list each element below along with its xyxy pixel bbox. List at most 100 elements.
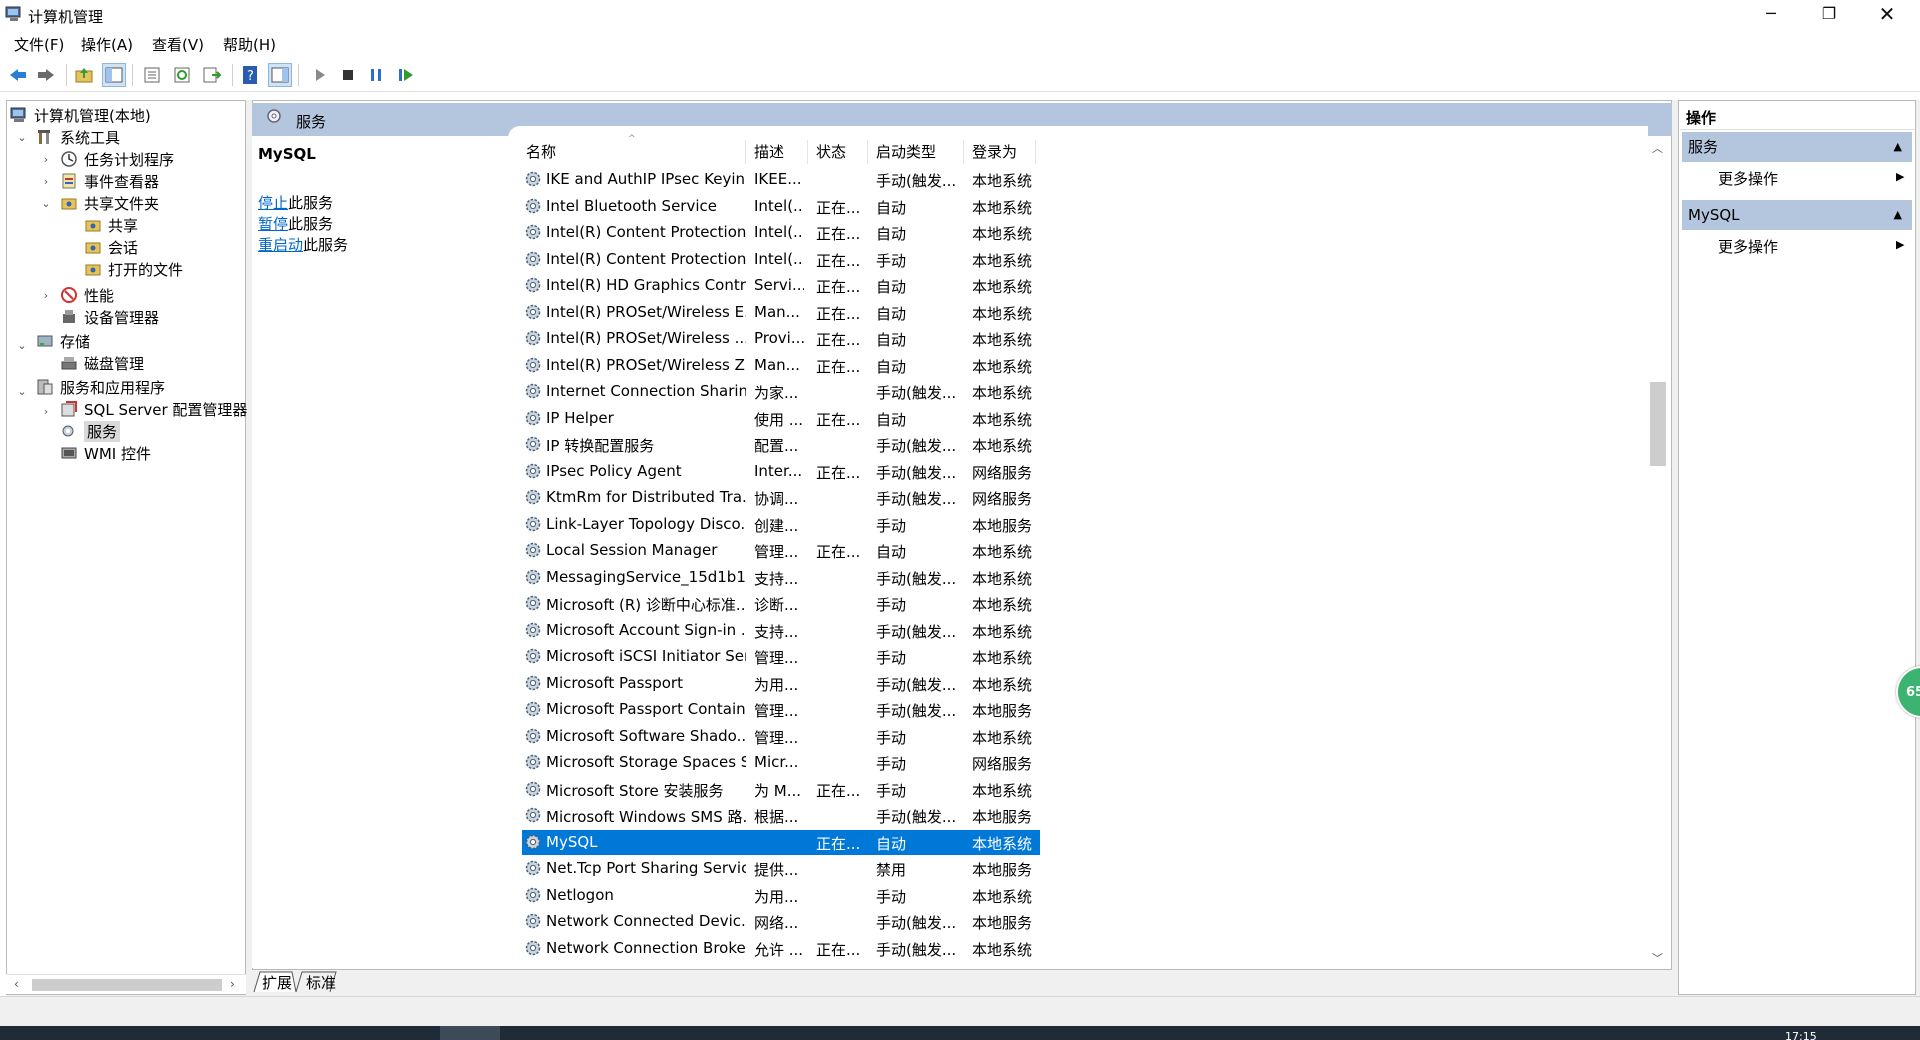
tab-standard[interactable]: 标准	[306, 972, 336, 993]
more-actions-mysql[interactable]: 更多操作	[1718, 236, 1778, 257]
tree-disk-management[interactable]: 磁盘管理	[60, 352, 144, 374]
menu-action[interactable]: 操作(A)	[81, 34, 133, 55]
tree-sql-config[interactable]: SQL Server 配置管理器	[60, 398, 247, 420]
tree-open-files[interactable]: 打开的文件	[84, 258, 183, 280]
taskbar-active-app[interactable]	[440, 1026, 500, 1040]
cell-description: 管理...	[754, 543, 799, 561]
collapse-icon[interactable]: ⌄	[40, 197, 52, 210]
scroll-down-icon[interactable]: ﹀	[1652, 950, 1663, 966]
service-row[interactable]: IP 转换配置服务 配置... 手动(触发... 本地系统	[522, 432, 1040, 457]
column-name[interactable]: 名称	[518, 140, 746, 164]
help-icon[interactable]: ?	[238, 63, 262, 87]
column-status[interactable]: 状态	[808, 140, 868, 164]
service-row[interactable]: Intel(R) Content Protection... Intel(... 正…	[522, 247, 1040, 272]
expand-icon[interactable]: ›	[40, 405, 52, 418]
service-row[interactable]: Microsoft Passport Container 管理... 手动(触发..…	[522, 697, 1040, 722]
tree-performance[interactable]: 性能	[60, 284, 114, 306]
service-row[interactable]: MessagingService_15d1b1 支持... 手动(触发... 本地系统	[522, 565, 1040, 590]
service-row[interactable]: Network Connection Broker 允许 ... 正在... 手动(触…	[522, 936, 1040, 961]
tree-system-tools[interactable]: 系统工具	[36, 126, 120, 148]
service-row[interactable]: Microsoft Account Sign-in ... 支持... 手动(触发.…	[522, 618, 1040, 643]
collapse-triangle-icon[interactable]: ▲	[1894, 200, 1902, 230]
expand-icon[interactable]: ›	[40, 175, 52, 188]
service-row[interactable]: Microsoft Store 安装服务 为 M... 正在... 手动 本地系统	[522, 777, 1040, 802]
tree-storage[interactable]: 存储	[36, 330, 90, 352]
console-tree-icon[interactable]	[102, 63, 126, 87]
service-row[interactable]: Internet Connection Sharin... 为家... 手动(触发.…	[522, 379, 1040, 404]
scroll-thumb[interactable]	[32, 979, 222, 991]
pause-service-icon[interactable]	[364, 63, 388, 87]
service-row[interactable]: Network Connected Devic... 网络... 手动(触发... 本…	[522, 909, 1040, 934]
service-row[interactable]: Intel(R) PROSet/Wireless E... Man... 正在...…	[522, 300, 1040, 325]
minimize-button[interactable]: ─	[1742, 0, 1800, 30]
service-row[interactable]: Intel Bluetooth Service Intel(... 正在... 自动 本…	[522, 194, 1040, 219]
start-service-icon[interactable]	[308, 63, 332, 87]
stop-service-icon[interactable]	[336, 63, 360, 87]
actions-section-mysql[interactable]: MySQL ▲	[1682, 200, 1912, 230]
collapse-icon[interactable]: ⌄	[16, 385, 28, 398]
tree-task-scheduler[interactable]: 任务计划程序	[60, 148, 174, 170]
service-row[interactable]: IPsec Policy Agent Inter... 正在... 手动(触发... 网…	[522, 459, 1040, 484]
tree-sessions[interactable]: 会话	[84, 236, 138, 258]
service-row[interactable]: Local Session Manager 管理... 正在... 自动 本地系统	[522, 538, 1040, 563]
forward-arrow-icon[interactable]	[34, 63, 58, 87]
stop-service-link[interactable]: 停止	[258, 194, 288, 212]
scroll-right-icon[interactable]: ›	[230, 977, 235, 991]
pause-service-link[interactable]: 暂停	[258, 215, 288, 233]
service-row[interactable]: Microsoft iSCSI Initiator Ser... 管理... 手动 本…	[522, 644, 1040, 669]
maximize-button[interactable]: ❐	[1800, 0, 1858, 30]
service-row[interactable]: KtmRm for Distributed Tra... 协调... 手动(触发..…	[522, 485, 1040, 510]
refresh-icon[interactable]	[170, 63, 194, 87]
collapse-icon[interactable]: ⌄	[16, 131, 28, 144]
menu-view[interactable]: 查看(V)	[152, 34, 204, 55]
service-row[interactable]: Microsoft Software Shado... 管理... 手动 本地系统	[522, 724, 1040, 749]
tree-device-manager[interactable]: 设备管理器	[60, 306, 159, 328]
menu-file[interactable]: 文件(F)	[14, 34, 64, 55]
expand-icon[interactable]: ›	[40, 153, 52, 166]
tree-horizontal-scrollbar[interactable]: ‹ ›	[6, 974, 246, 994]
export-list-icon[interactable]	[200, 63, 224, 87]
properties-icon[interactable]	[140, 63, 164, 87]
tree-wmi[interactable]: WMI 控件	[60, 442, 151, 464]
service-row[interactable]: Intel(R) PROSet/Wireless ... Provi... 正在..…	[522, 326, 1040, 351]
back-arrow-icon[interactable]	[6, 63, 30, 87]
service-row[interactable]: Microsoft Passport 为用... 手动(触发... 本地系统	[522, 671, 1040, 696]
service-row[interactable]: Intel(R) Content Protection... Intel(... 正…	[522, 220, 1040, 245]
service-row[interactable]: Netlogon 为用... 手动 本地系统	[522, 883, 1040, 908]
service-row[interactable]: Microsoft Windows SMS 路... 根据... 手动(触发... 本…	[522, 803, 1040, 828]
tree-event-viewer[interactable]: 事件查看器	[60, 170, 159, 192]
close-button[interactable]: ✕	[1858, 0, 1916, 30]
tree-services[interactable]: 服务	[60, 420, 121, 442]
column-startup-type[interactable]: 启动类型	[868, 140, 964, 164]
table-scroll-thumb[interactable]	[1650, 382, 1666, 466]
tree-shares[interactable]: 共享	[84, 214, 138, 236]
tree-services-apps[interactable]: 服务和应用程序	[36, 376, 165, 398]
service-row[interactable]: MySQL 正在... 自动 本地系统	[522, 829, 1040, 855]
column-logon-as[interactable]: 登录为	[964, 140, 1036, 164]
menu-help[interactable]: 帮助(H)	[223, 34, 276, 55]
column-description[interactable]: 描述	[746, 140, 808, 164]
expand-icon[interactable]: ›	[40, 289, 52, 302]
tree-shared-folders[interactable]: 共享文件夹	[60, 192, 159, 214]
collapse-icon[interactable]: ⌄	[16, 339, 28, 352]
tree-root[interactable]: 计算机管理(本地)	[10, 104, 151, 126]
restart-service-icon[interactable]	[394, 63, 418, 87]
service-row[interactable]: Microsoft Storage Spaces S... Micr... 手动 网络…	[522, 750, 1040, 775]
tab-extended[interactable]: 扩展	[262, 972, 292, 993]
service-row[interactable]: Microsoft (R) 诊断中心标准... 诊断... 手动 本地系统	[522, 591, 1040, 616]
up-folder-icon[interactable]	[72, 63, 96, 87]
service-row[interactable]: IKE and AuthIP IPsec Keyin... IKEE... 手动(触…	[522, 167, 1040, 192]
service-row[interactable]: Intel(R) PROSet/Wireless Z... Man... 正在...…	[522, 353, 1040, 378]
scroll-left-icon[interactable]: ‹	[14, 977, 19, 991]
service-row[interactable]: Link-Layer Topology Disco... 创建... 手动 本地服务	[522, 512, 1040, 537]
actions-section-services[interactable]: 服务 ▲	[1682, 132, 1912, 162]
collapse-triangle-icon[interactable]: ▲	[1894, 132, 1902, 162]
more-actions-services[interactable]: 更多操作	[1718, 168, 1778, 189]
restart-service-link[interactable]: 重启动	[258, 236, 303, 254]
service-row[interactable]: Net.Tcp Port Sharing Service 提供... 禁用 本地服务	[522, 856, 1040, 881]
service-row[interactable]: Intel(R) HD Graphics Contr... Servi... 正在.…	[522, 273, 1040, 298]
service-row[interactable]: IP Helper 使用 ... 正在... 自动 本地系统	[522, 406, 1040, 431]
table-vertical-scrollbar[interactable]	[1648, 136, 1668, 968]
scroll-up-icon[interactable]: ︿	[1652, 140, 1663, 156]
action-pane-icon[interactable]	[268, 63, 292, 87]
